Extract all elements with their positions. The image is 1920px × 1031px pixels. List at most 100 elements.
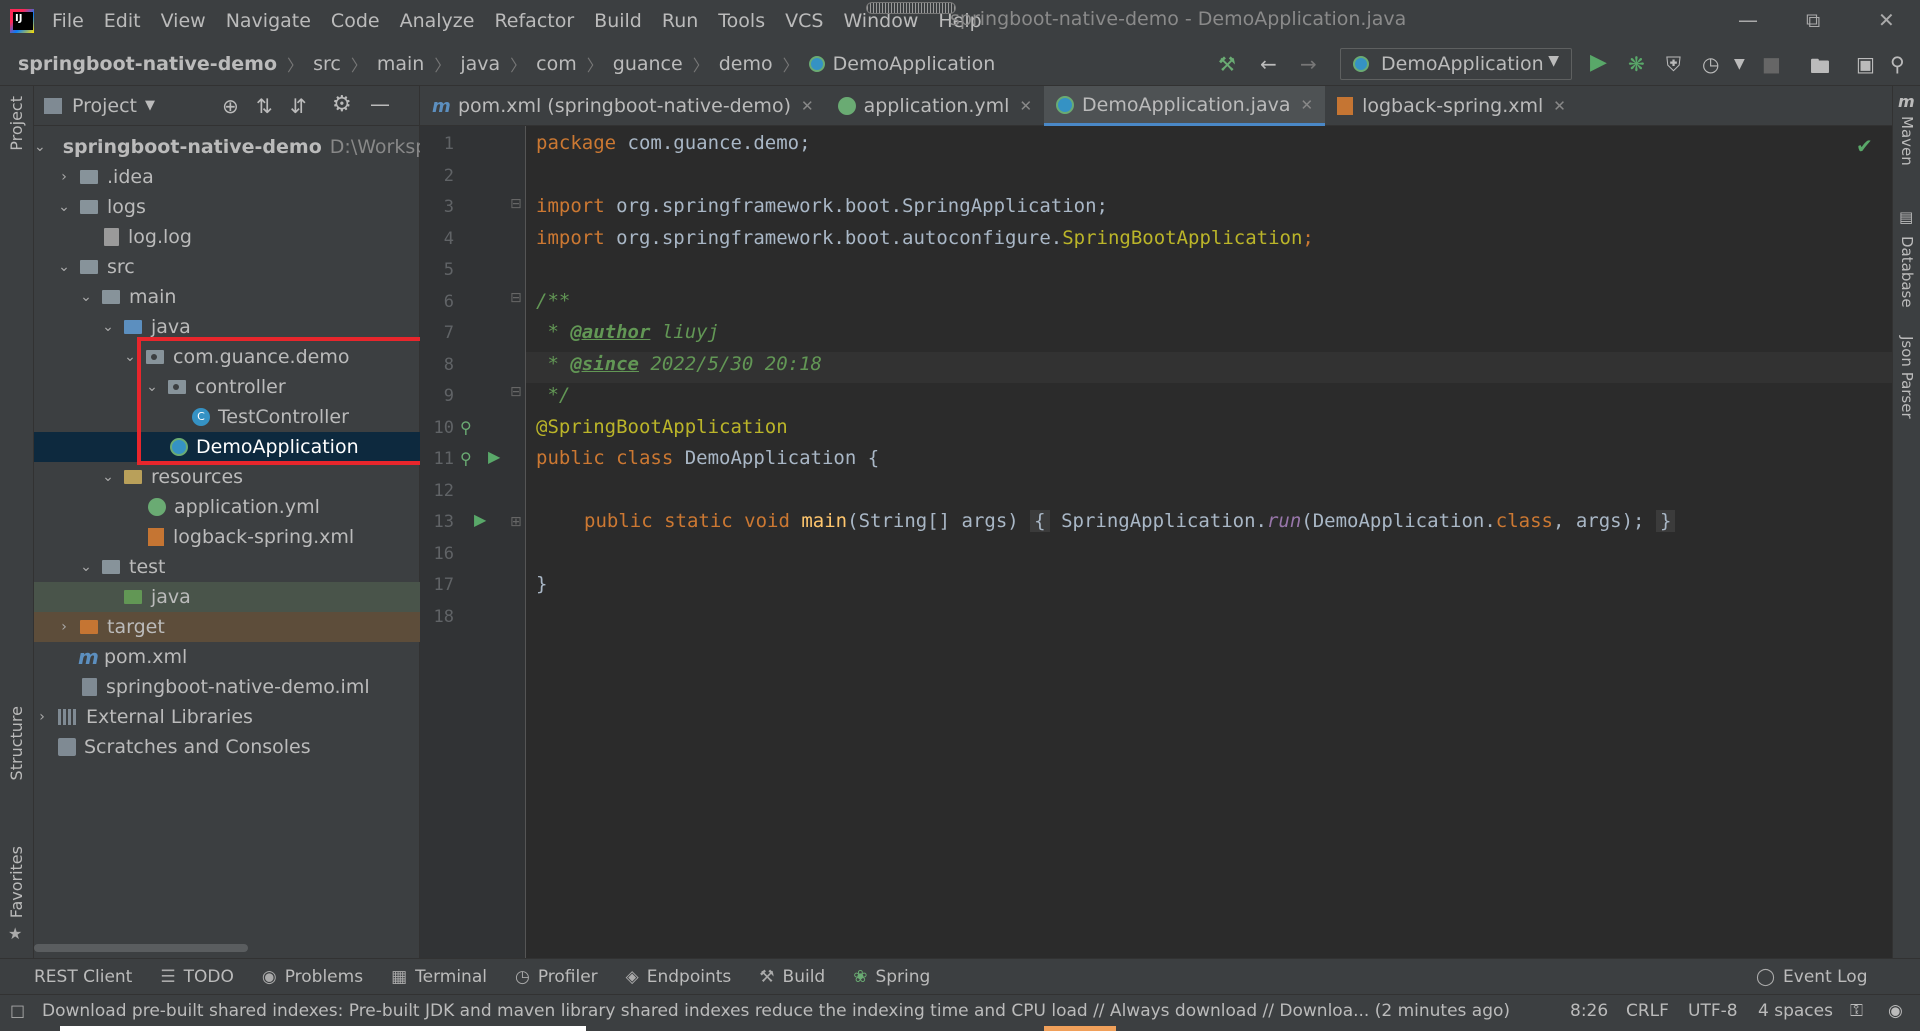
tree-item-scratches[interactable]: Scratches and Consoles [34,732,420,762]
terminal-tool[interactable]: ▦ Terminal [391,967,487,987]
horizontal-scrollbar[interactable] [34,944,248,952]
run-gutter-icon[interactable]: ▶ [474,510,486,529]
tree-item-idea[interactable]: › .idea [34,162,420,192]
menu-analyze[interactable]: Analyze [400,10,475,32]
tree-item-logback-xml[interactable]: logback-spring.xml [34,522,420,552]
tree-item-src[interactable]: ⌄ src [34,252,420,282]
tab-demoapplication-java[interactable]: DemoApplication.java ✕ [1044,86,1326,126]
hide-panel-icon[interactable]: — [370,92,390,116]
tab-logback-spring-xml[interactable]: logback-spring.xml ✕ [1325,86,1578,126]
chevron-down-icon[interactable]: ⌄ [78,289,94,305]
caret-position[interactable]: 8:26 [1570,1001,1608,1021]
run-configuration-select[interactable]: DemoApplication ▼ [1340,48,1572,80]
close-tab-icon[interactable]: ✕ [1019,97,1032,115]
event-log-tool[interactable]: ◯ Event Log [1756,967,1868,987]
menu-view[interactable]: View [161,10,206,32]
project-view-select[interactable]: Project [72,95,137,117]
run-gutter-icon[interactable]: ▶ [488,447,500,466]
chevron-right-icon[interactable]: › [34,709,50,725]
tree-item-external-libraries[interactable]: › External Libraries [34,702,420,732]
chevron-down-icon[interactable]: ⌄ [34,139,46,155]
breadcrumb-src[interactable]: src [313,53,341,75]
problems-tool[interactable]: ◉ Problems [262,967,363,987]
minimize-icon[interactable]: — [1738,8,1758,32]
breadcrumb-guance[interactable]: guance [613,53,683,75]
chevron-down-icon[interactable]: ⌄ [56,199,72,215]
inspection-ok-icon[interactable]: ✔ [1856,134,1873,158]
tab-application-yml[interactable]: application.yml ✕ [826,86,1044,126]
toggle-window-icon[interactable]: ▣ [1856,52,1875,76]
json-parser-tool-tab[interactable]: Json Parser [1898,336,1916,419]
run-icon[interactable]: ▶ [1590,50,1607,75]
close-tab-icon[interactable]: ✕ [801,97,814,115]
status-message[interactable]: Download pre-built shared indexes: Pre-b… [42,1001,1522,1021]
memory-icon[interactable]: ◉ [1888,1001,1903,1021]
editor-gutter[interactable]: 1 2 3 4 5 6 7 8 9 10 11 12 13 16 17 18 ⚲… [420,126,526,958]
tree-item-log-file[interactable]: log.log [34,222,420,252]
forward-arrow-icon[interactable]: → [1300,52,1317,76]
breadcrumb-main[interactable]: main [377,53,424,75]
profile-icon[interactable]: ◷ [1702,52,1719,76]
tree-item-pom-xml[interactable]: m pom.xml [34,642,420,672]
breadcrumb-project[interactable]: springboot-native-demo [18,53,277,75]
chevron-down-icon[interactable]: ⌄ [78,559,94,575]
spring-bean-gutter-icon[interactable]: ⚲ [460,449,472,468]
stop-icon[interactable]: ■ [1762,52,1781,76]
project-tool-tab[interactable]: Project [7,96,26,151]
collapse-all-icon[interactable]: ⇵ [290,94,307,118]
tree-item-project-root[interactable]: ⌄ springboot-native-demo D:\Worksp [34,132,427,162]
search-icon[interactable]: ⚲ [1890,52,1905,76]
line-separator[interactable]: CRLF [1626,1001,1669,1021]
folded-brace[interactable]: } [1655,510,1676,532]
breadcrumb-demo[interactable]: demo [719,53,773,75]
tree-item-application-yml[interactable]: application.yml [34,492,420,522]
hammer-build-icon[interactable]: ⚒ [1218,52,1236,76]
coverage-icon[interactable]: ⛨ [1666,52,1681,76]
breadcrumb-com[interactable]: com [536,53,577,75]
code-editor[interactable]: package com.guance.demo; import org.spri… [526,126,1892,958]
project-structure-icon[interactable]: 🖿 [1810,52,1830,86]
menu-vcs[interactable]: VCS [785,10,823,32]
chevron-down-icon[interactable]: ▼ [145,98,155,113]
folded-brace[interactable]: { [1030,510,1050,532]
tree-item-main[interactable]: ⌄ main [34,282,420,312]
indent-setting[interactable]: 4 spaces [1758,1001,1833,1021]
rest-client-tool[interactable]: REST Client [34,967,132,987]
profiler-tool[interactable]: ◷ Profiler [515,967,598,987]
more-run-options-icon[interactable]: ▼ [1734,56,1745,72]
tree-item-iml[interactable]: springboot-native-demo.iml [34,672,420,702]
chevron-down-icon[interactable]: ⌄ [122,349,138,365]
lock-icon[interactable]: ⚿ [1850,1001,1863,1021]
breadcrumb-java[interactable]: java [460,53,500,75]
chevron-right-icon[interactable]: › [56,619,72,635]
todo-tool[interactable]: ☰ TODO [160,967,234,987]
menu-edit[interactable]: Edit [104,10,141,32]
locate-file-icon[interactable]: ⊕ [222,94,239,118]
gear-icon[interactable]: ⚙ [332,92,352,117]
menu-run[interactable]: Run [662,10,698,32]
fold-icon[interactable]: ⊞ [510,514,522,530]
menu-file[interactable]: File [52,10,84,32]
breadcrumb-demoapplication[interactable]: DemoApplication [833,53,996,75]
build-tool[interactable]: ⚒ Build [759,967,825,987]
menu-code[interactable]: Code [331,10,380,32]
menu-build[interactable]: Build [594,10,642,32]
file-encoding[interactable]: UTF-8 [1688,1001,1738,1021]
tree-item-logs[interactable]: ⌄ logs [34,192,420,222]
chevron-down-icon[interactable]: ⌄ [100,469,116,485]
chevron-down-icon[interactable]: ⌄ [56,259,72,275]
back-arrow-icon[interactable]: ← [1260,52,1277,76]
menu-navigate[interactable]: Navigate [226,10,311,32]
fold-icon[interactable]: ⊟ [510,384,522,400]
tab-pom-xml[interactable]: m pom.xml (springboot-native-demo) ✕ [420,86,826,126]
endpoints-tool[interactable]: ◈ Endpoints [626,967,732,987]
chevron-right-icon[interactable]: › [56,169,72,185]
close-tab-icon[interactable]: ✕ [1301,96,1314,114]
memory-indicator[interactable] [866,2,956,14]
tree-item-target[interactable]: › target [34,612,420,642]
menu-tools[interactable]: Tools [718,10,765,32]
favorites-tool-tab[interactable]: Favorites [7,846,26,918]
chevron-down-icon[interactable]: ⌄ [100,319,116,335]
expand-all-icon[interactable]: ⇅ [256,94,273,118]
spring-bean-gutter-icon[interactable]: ⚲ [460,418,472,437]
